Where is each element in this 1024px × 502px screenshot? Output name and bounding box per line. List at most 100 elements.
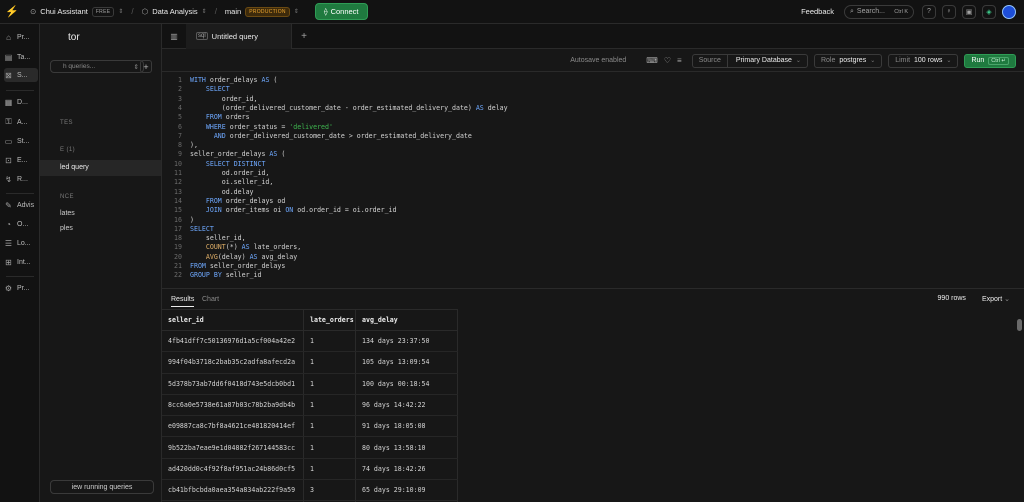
- search-box[interactable]: ⌕ Search... Ctrl K: [844, 4, 914, 19]
- rail-item-sql-editor[interactable]: ⊠ S...: [4, 68, 38, 82]
- table-row[interactable]: 8cc6a0e5738e61a87b03c78b2ba9db4b 1 96 days…: [162, 394, 458, 417]
- section-favorites[interactable]: TES: [60, 120, 73, 126]
- late-orders-cell[interactable]: 1: [304, 373, 356, 394]
- tab-results[interactable]: Results: [171, 296, 195, 307]
- export-button[interactable]: Export ⌄: [982, 295, 1010, 303]
- table-row[interactable]: 9b522ba7eae9e1d04882f267144583cc 1 80 days…: [162, 437, 458, 459]
- late-orders-cell[interactable]: 1: [304, 331, 356, 352]
- rail-item-storage[interactable]: ▭ St...: [4, 134, 38, 148]
- scrollbar[interactable]: [1017, 319, 1022, 331]
- column-header-avg-delay[interactable]: avg_delay: [356, 310, 458, 330]
- late-orders-cell[interactable]: 1: [304, 352, 356, 373]
- table-row[interactable]: ad420dd0c4f92f8af951ac24b86d0cf5 1 74 days…: [162, 458, 458, 481]
- seller-id-cell[interactable]: e09887ca8c7bf8a4621ce481820414ef: [162, 416, 304, 437]
- table-row[interactable]: 5d378b73ab7dd6f0418d743e5dcb0bd1 1 100 day…: [162, 373, 458, 395]
- column-header-late-orders[interactable]: late_orders: [304, 310, 356, 330]
- community-item-quickstarts[interactable]: ples: [60, 225, 73, 232]
- favorite-icon[interactable]: ♡: [664, 56, 671, 65]
- seller-id-cell[interactable]: 5d378b73ab7dd6f0418d743e5dcb0bd1: [162, 373, 304, 394]
- avg-delay-cell[interactable]: 96 days 14:42:22: [356, 394, 458, 416]
- format-icon[interactable]: ≡: [677, 56, 682, 65]
- avg-delay-cell[interactable]: 74 days 18:42:26: [356, 458, 458, 480]
- limit-value: 100 rows: [914, 57, 943, 64]
- plan-badge: FREE: [91, 6, 115, 17]
- avg-delay-cell[interactable]: 105 days 13:09:54: [356, 352, 458, 373]
- avg-delay-cell[interactable]: 80 days 13:58:10: [356, 437, 458, 458]
- late-orders-cell[interactable]: 3: [304, 480, 356, 501]
- rail-item-observability[interactable]: ◔ O...: [4, 217, 38, 231]
- separator: /: [131, 7, 134, 16]
- org-selector[interactable]: ⬡ Data Analysis ⇕: [142, 7, 207, 16]
- connect-button[interactable]: ⟠ Connect: [314, 3, 368, 20]
- seller-id-cell[interactable]: cb41bfbcbda0aea354a834ab222f9a59: [162, 480, 304, 501]
- tab-chart[interactable]: Chart: [202, 296, 219, 303]
- avg-delay-cell[interactable]: 100 days 00:18:54: [356, 373, 458, 394]
- query-list-item-active[interactable]: [40, 160, 161, 176]
- source-selector[interactable]: Source Primary Database ⌄: [691, 53, 808, 68]
- sql-code-editor[interactable]: 1 WITH order_delays AS (2 SELECT 3 order_i…: [162, 72, 1024, 285]
- seller-id-cell[interactable]: 994f04b3718c2bab35c2adfa8afecd2a: [162, 352, 304, 373]
- line-number: 9: [178, 150, 182, 159]
- seller-id-cell[interactable]: 8cc6a0e5738e61a87b03c78b2ba9db4b: [162, 394, 304, 416]
- rail-item-project-settings[interactable]: ⚙ Pr...: [4, 281, 38, 295]
- code-text: COUNT(*) AS late_orders,: [205, 243, 302, 252]
- terminal-icon[interactable]: ▣: [962, 4, 976, 19]
- feedback-button[interactable]: Feedback: [801, 7, 834, 16]
- seller-id-cell[interactable]: ad420dd0c4f92f8af951ac24b86d0cf5: [162, 458, 304, 480]
- new-tab-button[interactable]: +: [292, 31, 316, 42]
- late-orders-cell[interactable]: 1: [304, 416, 356, 437]
- line-number: 17: [174, 224, 182, 233]
- rail-item-edge-functions[interactable]: ⊡ E...: [4, 153, 38, 167]
- avg-delay-cell[interactable]: 91 days 18:05:08: [356, 416, 458, 437]
- seller-id-cell[interactable]: 4fb41dff7c50136976d1a5cf004a42e2: [162, 331, 304, 352]
- view-running-queries-button[interactable]: iew running queries: [50, 480, 154, 494]
- rail-label: R...: [17, 175, 28, 183]
- search-queries-input[interactable]: h queries... ⇕: [50, 60, 144, 73]
- rail-item-auth[interactable]: ⚿ A...: [4, 115, 38, 129]
- rail-item-logs[interactable]: ☰ Lo...: [4, 236, 38, 250]
- ai-assistant-icon[interactable]: ◈: [982, 4, 996, 19]
- project-selector[interactable]: ⊙ Chui Assistant FREE ⇕: [30, 6, 123, 17]
- late-orders-cell[interactable]: 1: [304, 458, 356, 480]
- avg-delay-cell[interactable]: 134 days 23:37:50: [356, 331, 458, 352]
- brand-logo-icon[interactable]: ⚡: [0, 5, 24, 18]
- rail-item-advisors[interactable]: ✎ Advis: [4, 198, 38, 212]
- rail-item-database[interactable]: ▦ D...: [4, 95, 38, 109]
- code-text: SELECT DISTINCT: [205, 159, 266, 168]
- section-community[interactable]: NCE: [60, 194, 74, 200]
- line-number: 3: [178, 94, 182, 103]
- limit-selector[interactable]: Limit 100 rows ⌄: [888, 53, 959, 68]
- rail-item-integrations[interactable]: ⊞ Int...: [4, 255, 38, 269]
- community-item-templates[interactable]: lates: [60, 210, 75, 217]
- late-orders-cell[interactable]: 1: [304, 437, 356, 458]
- rail-item-table-editor[interactable]: ▤ Ta...: [4, 50, 38, 64]
- line-number: 14: [174, 196, 182, 205]
- divider: [6, 193, 34, 194]
- help-icon[interactable]: ?: [922, 4, 936, 19]
- table-row[interactable]: cb41bfbcbda0aea354a834ab222f9a59 3 65 days…: [162, 480, 458, 502]
- rail-item-realtime[interactable]: ↯ R...: [4, 172, 38, 186]
- lightbulb-icon[interactable]: ♀: [942, 4, 956, 19]
- branch-selector[interactable]: main PRODUCTION ⇕: [225, 6, 299, 17]
- chevron-updown-icon: ⇕: [201, 9, 207, 15]
- avg-delay-cell[interactable]: 65 days 29:10:09: [356, 480, 458, 501]
- table-row[interactable]: 994f04b3718c2bab35c2adfa8afecd2a 1 105 day…: [162, 352, 458, 374]
- run-button[interactable]: Run Ctrl ↵: [964, 53, 1016, 68]
- avatar[interactable]: [1002, 4, 1016, 19]
- late-orders-cell[interactable]: 1: [304, 394, 356, 416]
- code-text: ): [190, 215, 194, 224]
- table-row[interactable]: 4fb41dff7c50136976d1a5cf004a42e2 1 134 day…: [162, 331, 458, 353]
- toggle-sidebar-icon[interactable]: ▥: [162, 32, 186, 41]
- new-query-button[interactable]: +: [140, 60, 152, 73]
- rail-label: Int...: [17, 258, 31, 266]
- table-row[interactable]: e09887ca8c7bf8a4621ce481820414ef 1 91 days…: [162, 416, 458, 438]
- column-header-seller-id[interactable]: seller_id: [162, 310, 304, 330]
- rail-label: Pr...: [17, 33, 30, 41]
- keyboard-icon[interactable]: ⌨: [646, 56, 658, 65]
- rail-item-project-overview[interactable]: ⌂ Pr...: [4, 30, 38, 44]
- code-text: GROUP BY seller_id: [190, 271, 262, 280]
- section-private[interactable]: E (1): [60, 147, 75, 153]
- role-selector[interactable]: Role postgres ⌄: [813, 53, 883, 68]
- tab-untitled-query[interactable]: sql Untitled query: [186, 23, 292, 49]
- seller-id-cell[interactable]: 9b522ba7eae9e1d04882f267144583cc: [162, 437, 304, 458]
